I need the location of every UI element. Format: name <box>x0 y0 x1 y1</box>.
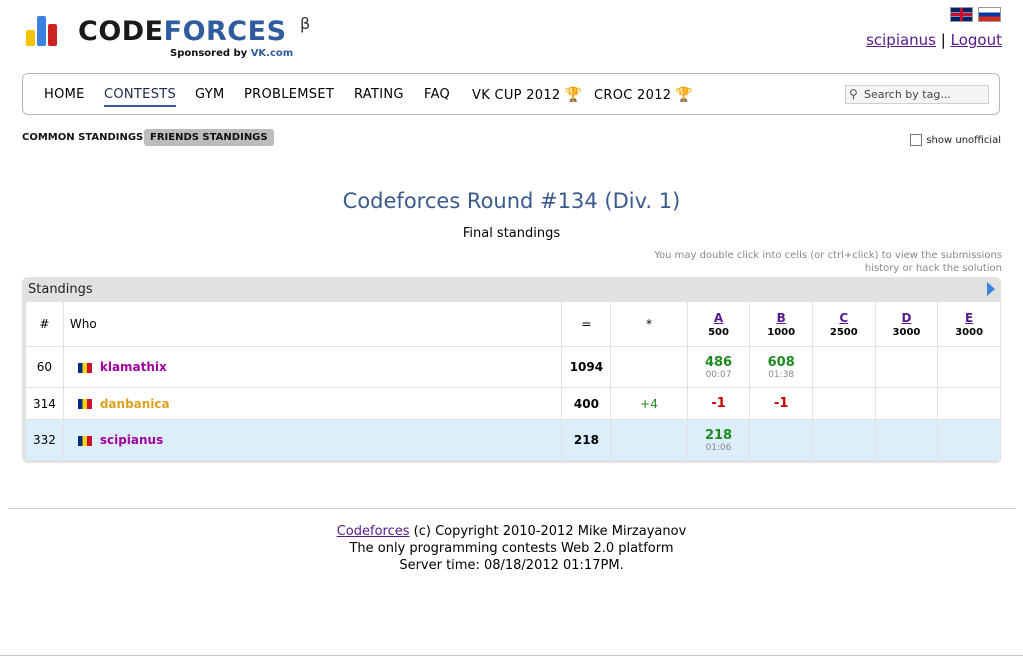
show-unofficial-checkbox[interactable] <box>910 134 923 146</box>
menu-croc[interactable]: CROC 2012 🏆 <box>594 87 693 103</box>
logo-text: CODEFORCES <box>78 16 287 47</box>
menu-home[interactable]: HOME <box>44 87 85 102</box>
participant-cell: danbanica <box>62 387 563 420</box>
standings-hint: You may double click into cells (or ctrl… <box>654 250 1002 274</box>
logo-beta: β <box>300 14 311 33</box>
problem-d-cell[interactable] <box>874 346 939 388</box>
problem-b-cell[interactable]: -1 <box>749 387 813 420</box>
col-problem-a-header: A 500 <box>686 301 751 347</box>
rank-cell: 60 <box>25 346 64 388</box>
table-header-row: # Who = * A 500 B 1000 C 2500 D 3000 E 3000 <box>25 301 1001 347</box>
menu-problemset[interactable]: PROBLEMSET <box>244 87 334 102</box>
problem-e-cell[interactable] <box>937 419 1001 461</box>
logout-link[interactable]: Logout <box>951 31 1002 49</box>
trophy-icon: 🏆 <box>564 87 583 103</box>
standings-subtitle: Final standings <box>462 226 561 241</box>
participant-cell: klamathix <box>62 346 563 388</box>
points-cell: 1094 <box>561 346 612 388</box>
menu-contests[interactable]: CONTESTS <box>104 87 177 107</box>
rank-cell: 332 <box>25 419 64 461</box>
col-problem-e-header: E 3000 <box>937 301 1001 347</box>
server-time: Server time: 08/18/2012 01:17PM. <box>399 558 624 573</box>
participant-cell: scipianus <box>62 419 563 461</box>
user-separator: | <box>940 31 946 49</box>
romania-flag-icon <box>77 362 92 373</box>
user-box: scipianus | Logout <box>866 31 1002 49</box>
problem-c-cell[interactable] <box>812 419 876 461</box>
uk-flag-icon[interactable] <box>950 7 973 22</box>
table-row: 60 klamathix 1094 486 00:07 608 01:38 <box>25 346 1001 388</box>
points-cell: 218 <box>561 419 612 461</box>
menu-rating[interactable]: RATING <box>354 87 404 102</box>
tab-friends-standings[interactable]: FRIENDS STANDINGS <box>144 129 274 146</box>
main-menu: HOME CONTESTS GYM PROBLEMSET RATING FAQ … <box>22 73 1000 115</box>
user-profile-link[interactable]: scipianus <box>866 31 936 49</box>
problem-d-cell[interactable] <box>874 387 939 420</box>
problem-a-cell[interactable]: -1 <box>686 387 751 420</box>
standings-box: Standings # Who = * A 500 B 1000 C 2500 D 30… <box>22 277 1001 463</box>
problem-d-cell[interactable] <box>874 419 939 461</box>
language-flags <box>950 7 1001 22</box>
problem-a-cell[interactable]: 218 01:06 <box>686 419 751 461</box>
problem-c-link[interactable]: C <box>839 311 848 325</box>
participant-link[interactable]: scipianus <box>100 433 163 447</box>
col-problem-c-header: C 2500 <box>812 301 876 347</box>
problem-a-link[interactable]: A <box>714 311 723 325</box>
show-unofficial-toggle[interactable]: show unofficial <box>910 134 1001 146</box>
problem-e-cell[interactable] <box>937 346 1001 388</box>
russia-flag-icon[interactable] <box>978 7 1001 22</box>
romania-flag-icon <box>77 435 92 446</box>
col-problem-d-header: D 3000 <box>874 301 939 347</box>
footer-tagline: The only programming contests Web 2.0 pl… <box>349 541 674 556</box>
menu-faq[interactable]: FAQ <box>424 87 450 102</box>
contest-title[interactable]: Codeforces Round #134 (Div. 1) <box>0 189 1023 213</box>
hacks-cell[interactable] <box>610 419 688 461</box>
participant-link[interactable]: klamathix <box>100 360 167 374</box>
table-row: 332 scipianus 218 218 01:06 <box>25 419 1001 461</box>
table-row: 314 danbanica 400 +4 -1 -1 <box>25 387 1001 420</box>
col-rank-header: # <box>25 301 64 347</box>
hacks-cell[interactable] <box>610 346 688 388</box>
problem-d-link[interactable]: D <box>901 311 911 325</box>
problem-a-cell[interactable]: 486 00:07 <box>686 346 751 388</box>
show-unofficial-label: show unofficial <box>926 134 1001 146</box>
problem-e-link[interactable]: E <box>965 311 973 325</box>
col-hacks-header: * <box>610 301 688 347</box>
col-who-header: Who <box>62 301 563 347</box>
problem-b-link[interactable]: B <box>777 311 786 325</box>
problem-c-cell[interactable] <box>812 387 876 420</box>
standings-table: # Who = * A 500 B 1000 C 2500 D 3000 E 3000 6… <box>25 301 1001 461</box>
romania-flag-icon <box>77 399 92 409</box>
tag-search: ⚲ <box>845 85 989 104</box>
problem-b-cell[interactable] <box>749 419 813 461</box>
col-problem-b-header: B 1000 <box>749 301 813 347</box>
sponsor-text: Sponsored by VK.com <box>170 48 294 59</box>
menu-vk-cup[interactable]: VK CUP 2012 🏆 <box>472 87 582 103</box>
tag-search-input[interactable] <box>864 87 984 102</box>
footer: Codeforces (c) Copyright 2010-2012 Mike … <box>0 523 1023 574</box>
problem-e-cell[interactable] <box>937 387 1001 420</box>
codeforces-logo[interactable]: CODEFORCES β Sponsored by VK.com <box>26 14 326 64</box>
menu-gym[interactable]: GYM <box>195 87 224 102</box>
footer-divider <box>8 508 1016 509</box>
problem-b-cell[interactable]: 608 01:38 <box>749 346 813 388</box>
search-icon: ⚲ <box>849 87 858 101</box>
problem-c-cell[interactable] <box>812 346 876 388</box>
standings-box-title: Standings <box>28 282 93 297</box>
footer-codeforces-link[interactable]: Codeforces <box>337 524 410 539</box>
expand-arrow-icon[interactable] <box>987 282 995 296</box>
rank-cell: 314 <box>25 387 64 420</box>
participant-link[interactable]: danbanica <box>100 397 170 411</box>
footer-copyright: (c) Copyright 2010-2012 Mike Mirzayanov <box>413 524 687 539</box>
tab-common-standings[interactable]: COMMON STANDINGS <box>22 132 143 143</box>
hacks-cell[interactable]: +4 <box>610 387 688 420</box>
trophy-icon: 🏆 <box>675 87 694 103</box>
col-points-header: = <box>561 301 612 347</box>
points-cell: 400 <box>561 387 612 420</box>
